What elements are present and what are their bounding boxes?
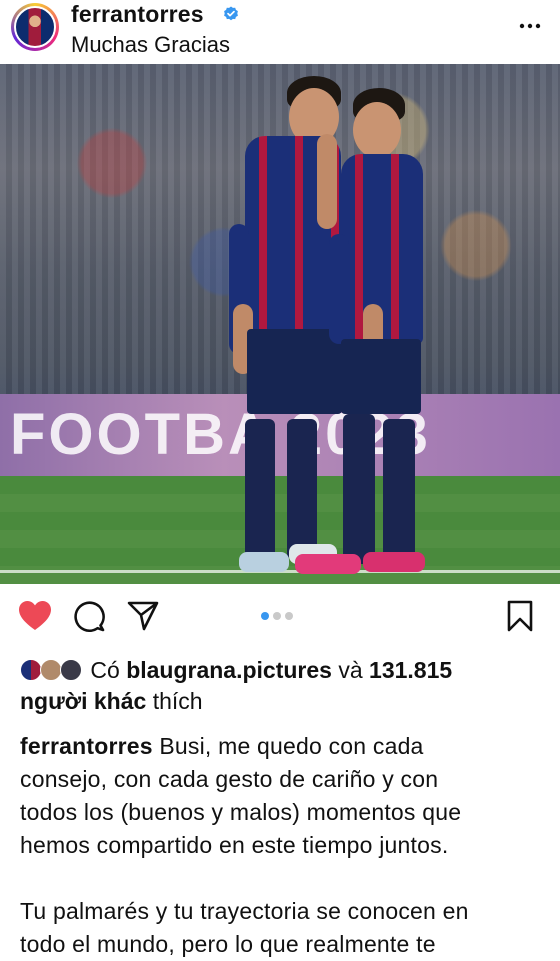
likes-count[interactable]: 131.815 xyxy=(369,657,452,683)
post-header: ferrantorres Muchas Gracias xyxy=(0,0,560,64)
likes-summary[interactable]: Có blaugrana.pictures và 131.815 người k… xyxy=(20,655,550,717)
post-action-bar xyxy=(0,584,560,650)
liker-avatar xyxy=(40,659,62,681)
likes-and: và xyxy=(338,657,363,683)
caption-line: hemos compartido en este tiempo juntos. xyxy=(20,832,449,858)
likes-others[interactable]: người khác xyxy=(20,688,146,714)
send-icon[interactable] xyxy=(127,600,159,632)
carousel-dot-active xyxy=(261,612,269,620)
liked-by-username[interactable]: blaugrana.pictures xyxy=(126,657,332,683)
comment-icon[interactable] xyxy=(74,600,106,632)
carousel-dot xyxy=(273,612,281,620)
verified-badge-icon xyxy=(224,6,238,21)
profile-avatar[interactable] xyxy=(11,3,59,51)
carousel-indicator xyxy=(261,612,293,620)
more-options-icon[interactable] xyxy=(518,14,542,38)
caption-line: consejo, con cada gesto de cariño y con xyxy=(20,766,439,792)
liker-avatars xyxy=(20,659,84,681)
likes-prefix: Có xyxy=(90,657,120,683)
avatar-image xyxy=(14,6,56,48)
post-location[interactable]: Muchas Gracias xyxy=(71,32,230,58)
caption-line: todos los (buenos y malos) momentos que xyxy=(20,799,462,825)
liker-avatar xyxy=(60,659,82,681)
bookmark-icon[interactable] xyxy=(507,600,533,632)
player-right xyxy=(295,84,435,574)
caption-line: Tu palmarés y tu trayectoria se conocen … xyxy=(20,898,469,924)
post-photo[interactable]: FOOTBA 2023 xyxy=(0,64,560,584)
post-caption: ferrantorres Busi, me quedo con cada con… xyxy=(20,730,550,961)
likes-suffix: thích xyxy=(152,688,203,714)
post-username[interactable]: ferrantorres xyxy=(71,1,204,28)
caption-username[interactable]: ferrantorres xyxy=(20,733,153,759)
caption-line: Busi, me quedo con cada xyxy=(159,733,424,759)
heart-icon[interactable] xyxy=(18,600,52,632)
caption-line: todo el mundo, pero lo que realmente te xyxy=(20,931,436,957)
carousel-dot xyxy=(285,612,293,620)
liker-avatar xyxy=(20,659,42,681)
